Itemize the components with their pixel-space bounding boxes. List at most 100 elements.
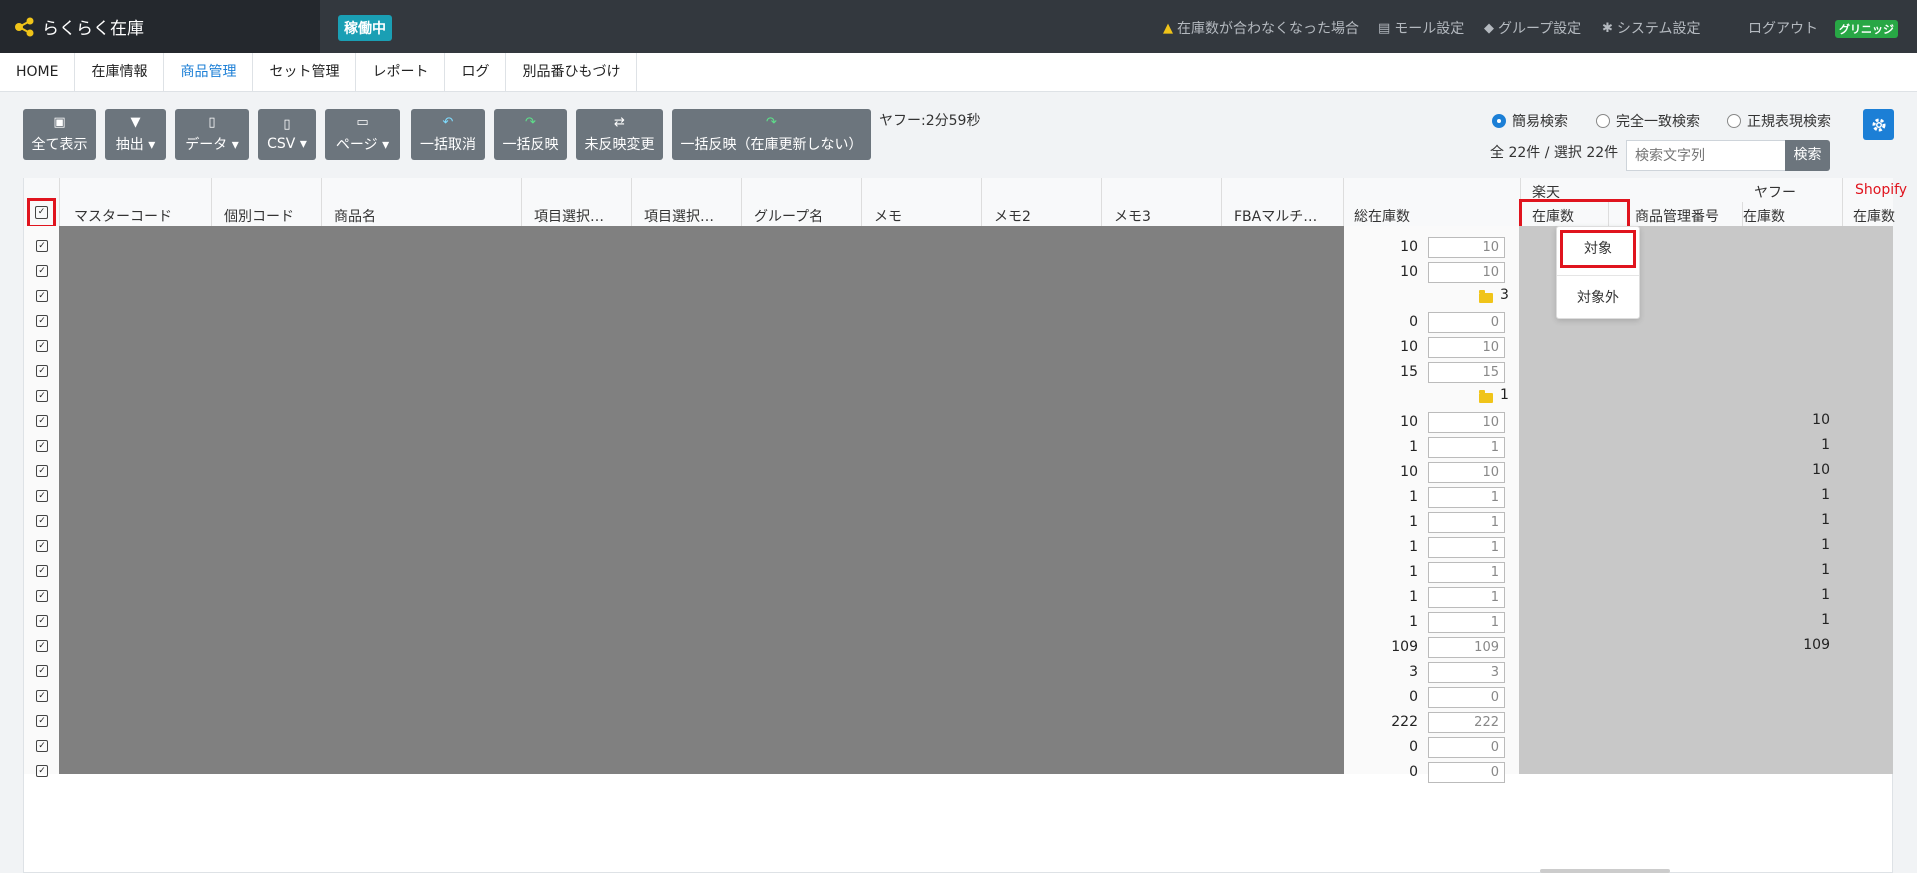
menu-log[interactable]: ログ: [445, 53, 507, 91]
stock-input[interactable]: 1: [1428, 562, 1505, 583]
stock-input[interactable]: 1: [1428, 612, 1505, 633]
stock-input[interactable]: 1: [1428, 537, 1505, 558]
row-checkbox[interactable]: ✓: [36, 715, 48, 727]
col-product-name[interactable]: 商品名: [334, 206, 376, 226]
stock-input[interactable]: 10: [1428, 412, 1505, 433]
stock-input[interactable]: 10: [1428, 337, 1505, 358]
col-shopify-stock[interactable]: 在庫数: [1853, 206, 1895, 226]
exchange-icon: ⇄: [614, 114, 625, 130]
row-checkbox[interactable]: ✓: [36, 515, 48, 527]
stock-input[interactable]: 222: [1428, 712, 1505, 733]
col-memo2[interactable]: メモ2: [994, 206, 1031, 226]
stock-input[interactable]: 10: [1428, 262, 1505, 283]
menu-product-management[interactable]: 商品管理: [164, 53, 254, 91]
stock-input[interactable]: 1: [1428, 487, 1505, 508]
col-yahoo-stock[interactable]: 在庫数: [1743, 206, 1785, 226]
row-checkbox[interactable]: ✓: [36, 265, 48, 277]
extract-button[interactable]: ▼ 抽出 ▾: [105, 109, 166, 160]
logout-link[interactable]: ログアウト: [1748, 18, 1818, 38]
row-checkbox[interactable]: ✓: [36, 565, 48, 577]
stock-input[interactable]: 109: [1428, 637, 1505, 658]
row-checkbox[interactable]: ✓: [36, 590, 48, 602]
stock-input[interactable]: 0: [1428, 762, 1505, 783]
row-checkbox[interactable]: ✓: [36, 765, 48, 777]
exact-search-radio[interactable]: 完全一致検索: [1596, 111, 1700, 131]
row-checkbox[interactable]: ✓: [36, 290, 48, 302]
search-button[interactable]: 検索: [1785, 140, 1830, 171]
stock-input[interactable]: 0: [1428, 687, 1505, 708]
yahoo-stock-value: 1: [1821, 612, 1830, 628]
folder-icon[interactable]: [1479, 390, 1493, 403]
row-checkbox[interactable]: ✓: [36, 440, 48, 452]
row-checkbox[interactable]: ✓: [36, 615, 48, 627]
row-checkbox[interactable]: ✓: [36, 340, 48, 352]
stock-input[interactable]: 1: [1428, 512, 1505, 533]
brand[interactable]: らくらく在庫: [0, 0, 320, 53]
stock-input[interactable]: 0: [1428, 312, 1505, 333]
folder-icon[interactable]: [1479, 290, 1493, 303]
menu-alt-code-link[interactable]: 別品番ひもづけ: [506, 53, 638, 91]
menu-home[interactable]: HOME: [0, 53, 76, 91]
row-checkbox[interactable]: ✓: [36, 490, 48, 502]
row-checkbox[interactable]: ✓: [36, 740, 48, 752]
stock-input[interactable]: 0: [1428, 737, 1505, 758]
total-stock-value: 1: [1409, 489, 1418, 505]
stock-input[interactable]: 1: [1428, 437, 1505, 458]
dropdown-option-target[interactable]: 対象: [1560, 230, 1636, 268]
row-checkbox[interactable]: ✓: [36, 640, 48, 652]
unapplied-change-button[interactable]: ⇄ 未反映変更: [576, 109, 663, 160]
settings-button[interactable]: [1863, 109, 1894, 140]
row-checkbox[interactable]: ✓: [36, 415, 48, 427]
simple-search-radio[interactable]: 簡易検索: [1492, 111, 1568, 131]
stock-input[interactable]: 10: [1428, 462, 1505, 483]
menu-stock-info[interactable]: 在庫情報: [75, 53, 165, 91]
stock-input[interactable]: 3: [1428, 662, 1505, 683]
result-count: 全 22件 / 選択 22件: [1490, 145, 1619, 161]
row-checkbox[interactable]: ✓: [36, 365, 48, 377]
row-checkbox[interactable]: ✓: [36, 390, 48, 402]
col-memo3[interactable]: メモ3: [1114, 206, 1151, 226]
col-option1[interactable]: 項目選択…: [534, 206, 604, 226]
bulk-apply-no-update-button[interactable]: ↷ 一括反映（在庫更新しない）: [672, 109, 871, 160]
col-total-stock[interactable]: 総在庫数: [1354, 206, 1410, 226]
col-rakuten-mgmt[interactable]: 商品管理番号: [1635, 206, 1719, 226]
col-memo[interactable]: メモ: [874, 206, 902, 226]
page-button[interactable]: ▭ ページ ▾: [325, 109, 400, 160]
row-checkbox[interactable]: ✓: [36, 665, 48, 677]
col-group-name[interactable]: グループ名: [754, 206, 823, 226]
search-input[interactable]: [1626, 140, 1786, 171]
stock-input[interactable]: 10: [1428, 237, 1505, 258]
col-individual-code[interactable]: 個別コード: [224, 206, 294, 226]
stock-input[interactable]: 15: [1428, 362, 1505, 383]
warning-link[interactable]: ▲ 在庫数が合わなくなった場合: [1163, 18, 1359, 38]
file-icon: ▯: [208, 114, 216, 130]
regex-search-radio[interactable]: 正規表現検索: [1727, 111, 1831, 131]
main-menu: HOME 在庫情報 商品管理 セット管理 レポート ログ 別品番ひもづけ: [0, 53, 1917, 92]
col-master-code[interactable]: マスターコード: [74, 206, 172, 226]
menu-report[interactable]: レポート: [356, 53, 446, 91]
data-button[interactable]: ▯ データ ▾: [175, 109, 249, 160]
csv-button[interactable]: ▯ CSV ▾: [258, 109, 316, 160]
warning-icon: ▲: [1163, 20, 1173, 36]
bulk-apply-button[interactable]: ↷ 一括反映: [494, 109, 567, 160]
row-checkbox[interactable]: ✓: [36, 465, 48, 477]
dropdown-option-exclude[interactable]: 対象外: [1557, 287, 1639, 307]
col-fba[interactable]: FBAマルチ…: [1234, 206, 1317, 226]
total-stock-value: 10: [1400, 339, 1418, 355]
row-checkbox[interactable]: ✓: [36, 240, 48, 252]
row-checkbox[interactable]: ✓: [36, 690, 48, 702]
horizontal-scrollbar[interactable]: [1540, 869, 1670, 873]
total-stock-value: 10: [1400, 239, 1418, 255]
col-option2[interactable]: 項目選択…: [644, 206, 714, 226]
yahoo-stock-value: 1: [1821, 512, 1830, 528]
bulk-cancel-button[interactable]: ↶ 一括取消: [411, 109, 485, 160]
system-settings-link[interactable]: ✱ システム設定: [1602, 18, 1701, 38]
group-settings-link[interactable]: ◆ グループ設定: [1484, 18, 1581, 38]
menu-set-management[interactable]: セット管理: [253, 53, 357, 91]
row-checkbox[interactable]: ✓: [36, 315, 48, 327]
row-checkbox[interactable]: ✓: [36, 540, 48, 552]
show-all-button[interactable]: ▣ 全て表示: [23, 109, 96, 160]
mall-settings-link[interactable]: ▤ モール設定: [1378, 18, 1464, 38]
page-label: ページ ▾: [335, 136, 390, 153]
stock-input[interactable]: 1: [1428, 587, 1505, 608]
